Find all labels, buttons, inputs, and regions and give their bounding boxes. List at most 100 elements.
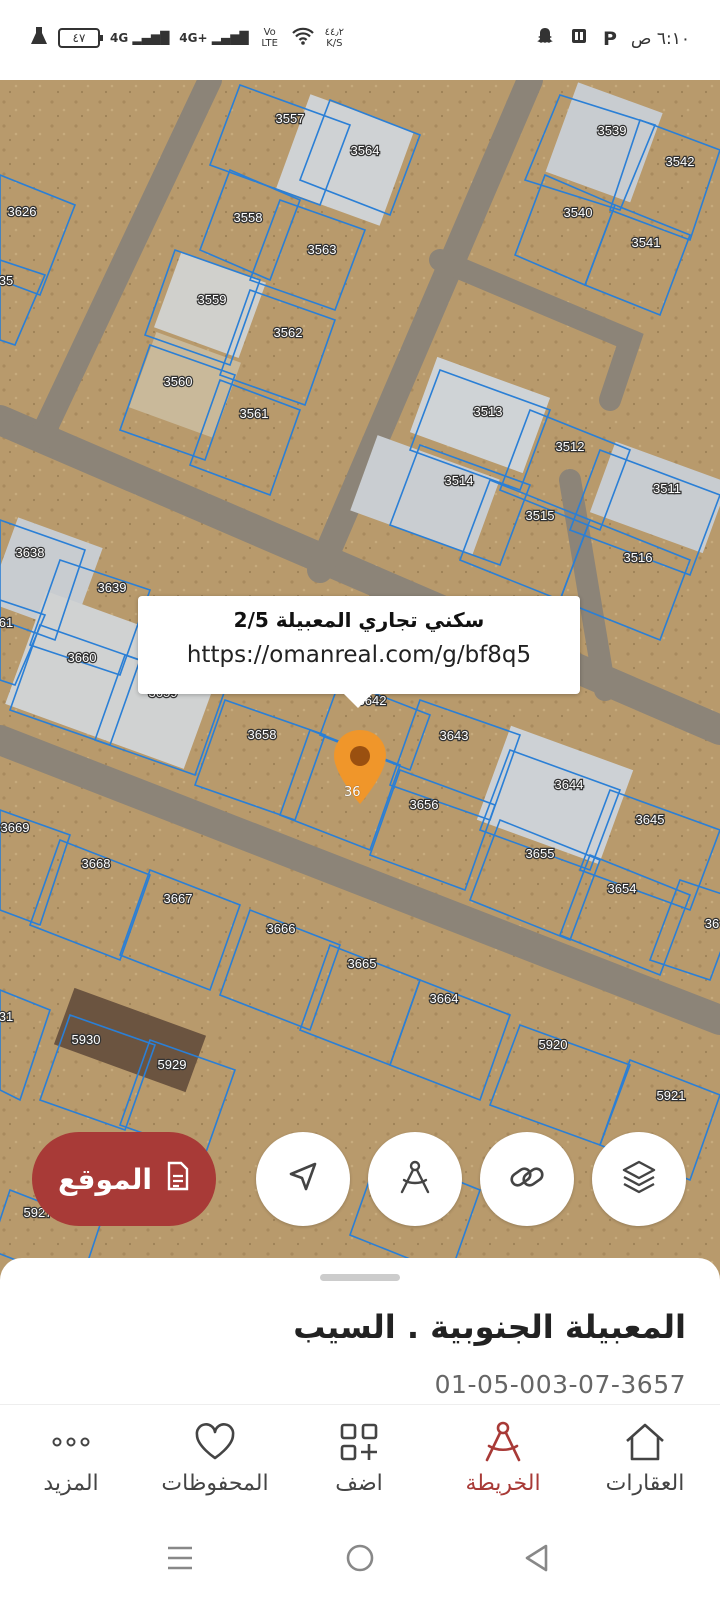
popup-title: سكني تجاري المعبيلة 2/5 (233, 608, 485, 632)
pin-plot-label: 36 (344, 785, 361, 800)
parcel-code: 01-05-003-07-3657 (434, 1370, 686, 1399)
layers-icon (620, 1158, 658, 1200)
plot-label: 3560 (164, 374, 193, 389)
volte-label: Vo LTE (261, 27, 278, 49)
signal-4g-plus: 4G+ ▂▄▆█ (179, 31, 249, 45)
measure-button[interactable] (368, 1132, 462, 1226)
plot-label: 3559 (198, 292, 227, 307)
plot-label: 3667 (164, 891, 193, 906)
plot-label: 3654 (608, 881, 637, 896)
net2-label: 4G+ (179, 31, 208, 45)
net1-label: 4G (110, 31, 129, 45)
status-bar: ٤٧ 4G ▂▄▆█ 4G+ ▂▄▆█ Vo LTE ٤٤٫٢ K/S P ٦:… (0, 0, 720, 80)
nav-label-properties: العقارات (605, 1471, 685, 1496)
plot-label: 3516 (624, 550, 653, 565)
navigate-button[interactable] (256, 1132, 350, 1226)
plot-label: 3563 (308, 242, 337, 257)
plot-label: 3626 (8, 204, 37, 219)
plot-label: 5930 (72, 1032, 101, 1047)
plot-label: 3656 (410, 797, 439, 812)
plot-label: 3541 (632, 235, 661, 250)
plot-label: 3561 (240, 406, 269, 421)
satellite-map[interactable]: 3557 3564 3539 3542 3626 3558 3563 3540 3541 3559… (0, 80, 720, 1280)
parcel-sheet[interactable]: المعبيلة الجنوبية . السيب 01-05-003-07-3… (0, 1258, 720, 1404)
bottom-nav: العقارات الخريطة اضف المحفوظات المزيد (0, 1404, 720, 1504)
plot-label: 3564 (351, 143, 380, 158)
flask-icon (30, 26, 48, 50)
plot-label: 61 (0, 615, 13, 630)
place-title: المعبيلة الجنوبية . السيب (293, 1308, 686, 1346)
location-button[interactable]: الموقع (32, 1132, 216, 1226)
share-link-button[interactable] (480, 1132, 574, 1226)
nav-item-add[interactable]: اضف (294, 1419, 424, 1496)
nav-label-more: المزيد (43, 1471, 99, 1496)
nav-label-add: اضف (335, 1471, 383, 1496)
layers-button[interactable] (592, 1132, 686, 1226)
plot-label: 3512 (556, 439, 585, 454)
plot-label: 3655 (526, 846, 555, 861)
plot-label: 3645 (636, 812, 665, 827)
plot-label: 3665 (348, 956, 377, 971)
nav-item-saved[interactable]: المحفوظات (150, 1419, 280, 1496)
plot-label: 3639 (98, 580, 127, 595)
plot-label: 3511 (653, 481, 681, 496)
battery-icon: ٤٧ (58, 28, 103, 48)
recent-apps-icon[interactable] (160, 1538, 200, 1578)
plot-label: 3542 (666, 154, 695, 169)
plot-label: 3513 (474, 404, 503, 419)
home-circle-icon[interactable] (340, 1538, 380, 1578)
location-label: الموقع (58, 1162, 152, 1196)
snapchat-icon (535, 26, 555, 51)
nav-item-map[interactable]: الخريطة (438, 1419, 568, 1496)
plot-label: 3664 (430, 991, 459, 1006)
status-time: ٦:١٠ ص (630, 28, 690, 49)
compass-icon (396, 1158, 434, 1200)
home-icon (580, 1419, 710, 1465)
navigation-arrow-icon (286, 1160, 320, 1198)
plot-label: 3669 (1, 820, 30, 835)
more-icon (6, 1419, 136, 1465)
nav-item-properties[interactable]: العقارات (580, 1419, 710, 1496)
signal-4g: 4G ▂▄▆█ (110, 31, 170, 45)
plot-label: 3668 (82, 856, 111, 871)
status-right: P ٦:١٠ ص (535, 26, 690, 51)
plot-label: 3638 (16, 545, 45, 560)
sim-icon (569, 26, 589, 51)
parcel-popup[interactable]: سكني تجاري المعبيلة 2/5 https://omanreal… (138, 596, 580, 708)
popup-link[interactable]: https://omanreal.com/g/bf8q5 (138, 642, 580, 668)
speed-indicator: ٤٤٫٢ K/S (325, 27, 344, 49)
plot-label: 3658 (248, 727, 277, 742)
add-grid-icon (294, 1419, 424, 1465)
compass-icon (438, 1419, 568, 1465)
nav-label-saved: المحفوظات (161, 1471, 269, 1496)
nav-label-map: الخريطة (465, 1471, 541, 1496)
speed-unit: K/S (326, 38, 343, 49)
status-left: ٤٧ 4G ▂▄▆█ 4G+ ▂▄▆█ Vo LTE ٤٤٫٢ K/S (30, 26, 344, 50)
plot-label: 35 (0, 273, 13, 288)
plot-label: 3660 (68, 650, 97, 665)
system-nav (0, 1504, 720, 1612)
document-icon (166, 1161, 190, 1198)
plot-label: 3557 (276, 111, 305, 126)
plot-label: 3644 (555, 777, 584, 792)
plot-label: 3558 (234, 210, 263, 225)
back-icon[interactable] (516, 1538, 556, 1578)
nav-item-more[interactable]: المزيد (6, 1419, 136, 1496)
plot-label: 3514 (445, 473, 474, 488)
wifi-icon (291, 27, 315, 49)
plot-label: 31 (0, 1009, 13, 1024)
plot-label: 3562 (274, 325, 303, 340)
battery-level: ٤٧ (72, 31, 86, 45)
heart-icon (150, 1419, 280, 1465)
sheet-handle[interactable] (320, 1274, 400, 1281)
plot-label: 5920 (539, 1037, 568, 1052)
plot-label: 3539 (598, 123, 627, 138)
plot-label: 3515 (526, 508, 555, 523)
plot-label: 36 (705, 916, 719, 931)
plot-label: 5921 (657, 1088, 686, 1103)
plot-label: 3540 (564, 205, 593, 220)
speed-value: ٤٤٫٢ (324, 27, 345, 38)
plot-label: 5929 (158, 1057, 187, 1072)
plot-label: 3643 (440, 728, 469, 743)
link-icon (507, 1157, 547, 1201)
